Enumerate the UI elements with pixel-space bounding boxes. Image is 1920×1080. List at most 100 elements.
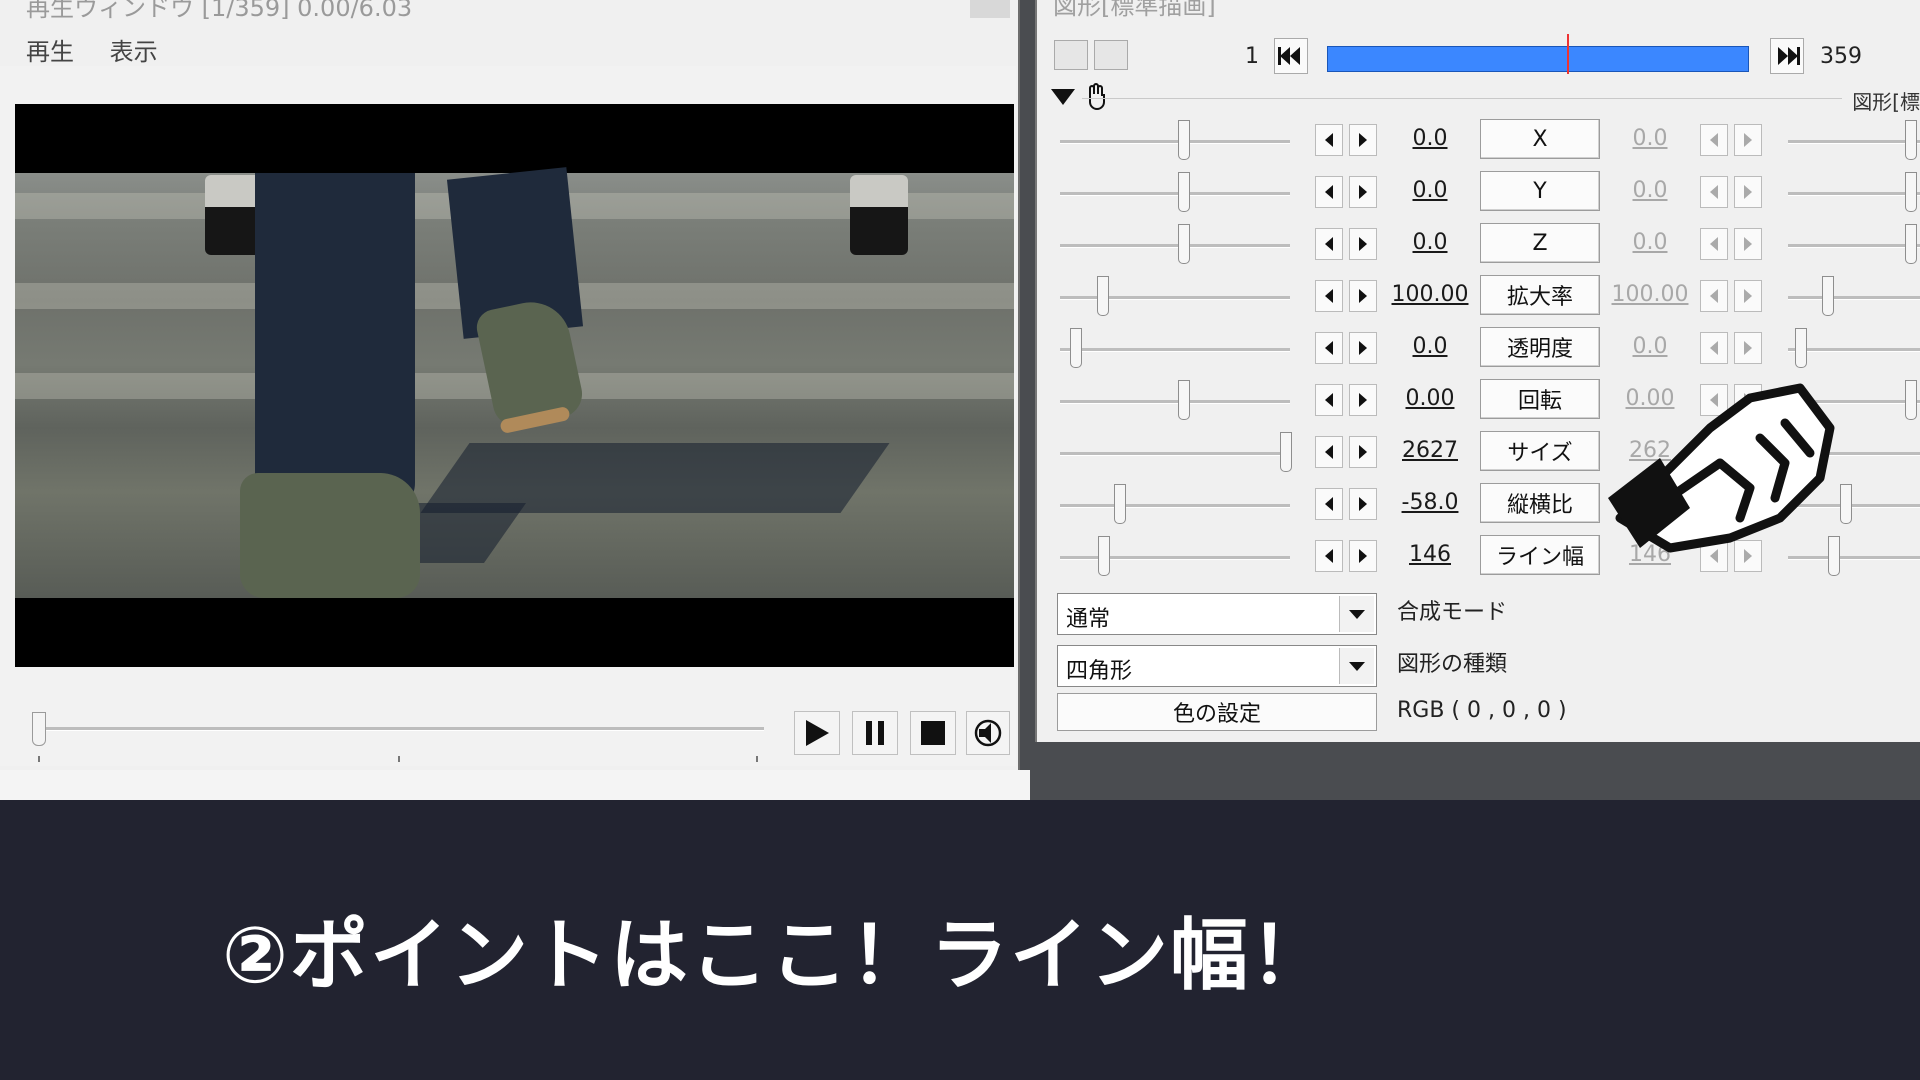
decrease-end-button[interactable] <box>1700 176 1728 208</box>
start-slider-thumb[interactable] <box>1178 120 1190 160</box>
start-value[interactable]: 146 <box>1385 542 1475 567</box>
start-value[interactable]: 0.0 <box>1385 230 1475 255</box>
play-button[interactable] <box>794 711 840 755</box>
increase-end-button[interactable] <box>1734 124 1762 156</box>
increase-start-button[interactable] <box>1349 124 1377 156</box>
start-slider[interactable] <box>1060 556 1290 560</box>
end-slider[interactable] <box>1788 192 1920 196</box>
param-button-4[interactable]: 拡大率 <box>1480 275 1600 315</box>
increase-start-button[interactable] <box>1349 540 1377 572</box>
end-slider-thumb[interactable] <box>1905 172 1917 212</box>
stop-button[interactable] <box>910 711 956 755</box>
collapse-triangle-icon[interactable] <box>1050 86 1076 108</box>
param-button-8[interactable]: 縦横比 <box>1480 483 1600 523</box>
decrease-end-button[interactable] <box>1700 332 1728 364</box>
increase-end-button[interactable] <box>1734 228 1762 260</box>
start-value[interactable]: 0.00 <box>1385 386 1475 411</box>
start-slider-thumb[interactable] <box>1098 536 1110 576</box>
decrease-start-button[interactable] <box>1315 176 1343 208</box>
end-value[interactable]: 0.0 <box>1605 126 1695 151</box>
start-slider[interactable] <box>1060 192 1290 196</box>
end-slider[interactable] <box>1788 296 1920 300</box>
end-slider-thumb[interactable] <box>1905 380 1917 420</box>
start-slider-thumb[interactable] <box>1178 224 1190 264</box>
increase-end-button[interactable] <box>1734 280 1762 312</box>
start-value[interactable]: 100.00 <box>1385 282 1475 307</box>
start-slider[interactable] <box>1060 400 1290 404</box>
menu-view[interactable]: 表示 <box>110 38 158 66</box>
param-button-5[interactable]: 透明度 <box>1480 327 1600 367</box>
decrease-end-button[interactable] <box>1700 280 1728 312</box>
shape-type-select[interactable]: 四角形 <box>1057 645 1377 687</box>
end-value[interactable]: 0.0 <box>1605 334 1695 359</box>
end-slider[interactable] <box>1788 244 1920 248</box>
start-slider[interactable] <box>1060 504 1290 508</box>
increase-start-button[interactable] <box>1349 488 1377 520</box>
menu-play[interactable]: 再生 <box>26 38 74 66</box>
end-slider-thumb[interactable] <box>1905 224 1917 264</box>
decrease-start-button[interactable] <box>1315 488 1343 520</box>
decrease-start-button[interactable] <box>1315 280 1343 312</box>
frame-timeline-bar[interactable] <box>1327 46 1749 72</box>
prev-keyframe-button[interactable] <box>1274 38 1308 74</box>
decrease-start-button[interactable] <box>1315 124 1343 156</box>
increase-start-button[interactable] <box>1349 332 1377 364</box>
decrease-start-button[interactable] <box>1315 332 1343 364</box>
start-slider[interactable] <box>1060 140 1290 144</box>
increase-end-button[interactable] <box>1734 176 1762 208</box>
param-button-9[interactable]: ライン幅 <box>1480 535 1600 575</box>
end-value[interactable]: 0.0 <box>1605 178 1695 203</box>
pause-button[interactable] <box>852 711 898 755</box>
start-slider-thumb[interactable] <box>1070 328 1082 368</box>
decrease-start-button[interactable] <box>1315 436 1343 468</box>
select-area-icon[interactable] <box>1094 40 1128 70</box>
end-slider[interactable] <box>1788 140 1920 144</box>
start-slider[interactable] <box>1060 296 1290 300</box>
start-value[interactable]: 0.0 <box>1385 178 1475 203</box>
end-slider-thumb[interactable] <box>1840 484 1852 524</box>
close-button[interactable] <box>970 0 1010 18</box>
audio-button[interactable] <box>966 711 1010 755</box>
param-button-1[interactable]: X <box>1480 119 1600 159</box>
increase-end-button[interactable] <box>1734 332 1762 364</box>
next-keyframe-button[interactable] <box>1770 38 1804 74</box>
end-value[interactable]: 0.0 <box>1605 230 1695 255</box>
seek-thumb[interactable] <box>32 712 46 746</box>
increase-start-button[interactable] <box>1349 384 1377 416</box>
decrease-end-button[interactable] <box>1700 228 1728 260</box>
start-slider-thumb[interactable] <box>1178 380 1190 420</box>
start-slider[interactable] <box>1060 244 1290 248</box>
start-slider[interactable] <box>1060 348 1290 352</box>
param-button-2[interactable]: Y <box>1480 171 1600 211</box>
start-slider-thumb[interactable] <box>1114 484 1126 524</box>
frame-cursor[interactable] <box>1567 34 1569 74</box>
end-slider-thumb[interactable] <box>1795 328 1807 368</box>
end-value[interactable]: 100.00 <box>1605 282 1695 307</box>
start-slider-thumb[interactable] <box>1178 172 1190 212</box>
increase-start-button[interactable] <box>1349 280 1377 312</box>
start-value[interactable]: 0.0 <box>1385 334 1475 359</box>
hand-grab-icon[interactable] <box>1084 82 1108 112</box>
end-slider-thumb[interactable] <box>1822 276 1834 316</box>
seek-bar[interactable] <box>36 727 764 731</box>
param-button-6[interactable]: 回転 <box>1480 379 1600 419</box>
decrease-start-button[interactable] <box>1315 384 1343 416</box>
decrease-start-button[interactable] <box>1315 228 1343 260</box>
increase-start-button[interactable] <box>1349 176 1377 208</box>
decrease-end-button[interactable] <box>1700 124 1728 156</box>
start-value[interactable]: 0.0 <box>1385 126 1475 151</box>
start-slider-thumb[interactable] <box>1280 432 1292 472</box>
increase-start-button[interactable] <box>1349 436 1377 468</box>
start-value[interactable]: -58.0 <box>1385 490 1475 515</box>
blend-mode-select[interactable]: 通常 <box>1057 593 1377 635</box>
color-settings-button[interactable]: 色の設定 <box>1057 693 1377 731</box>
camera-control-icon[interactable] <box>1054 40 1088 70</box>
end-slider[interactable] <box>1788 348 1920 352</box>
start-slider[interactable] <box>1060 452 1290 456</box>
decrease-start-button[interactable] <box>1315 540 1343 572</box>
increase-start-button[interactable] <box>1349 228 1377 260</box>
start-slider-thumb[interactable] <box>1097 276 1109 316</box>
param-button-7[interactable]: サイズ <box>1480 431 1600 471</box>
param-button-3[interactable]: Z <box>1480 223 1600 263</box>
end-slider-thumb[interactable] <box>1905 120 1917 160</box>
